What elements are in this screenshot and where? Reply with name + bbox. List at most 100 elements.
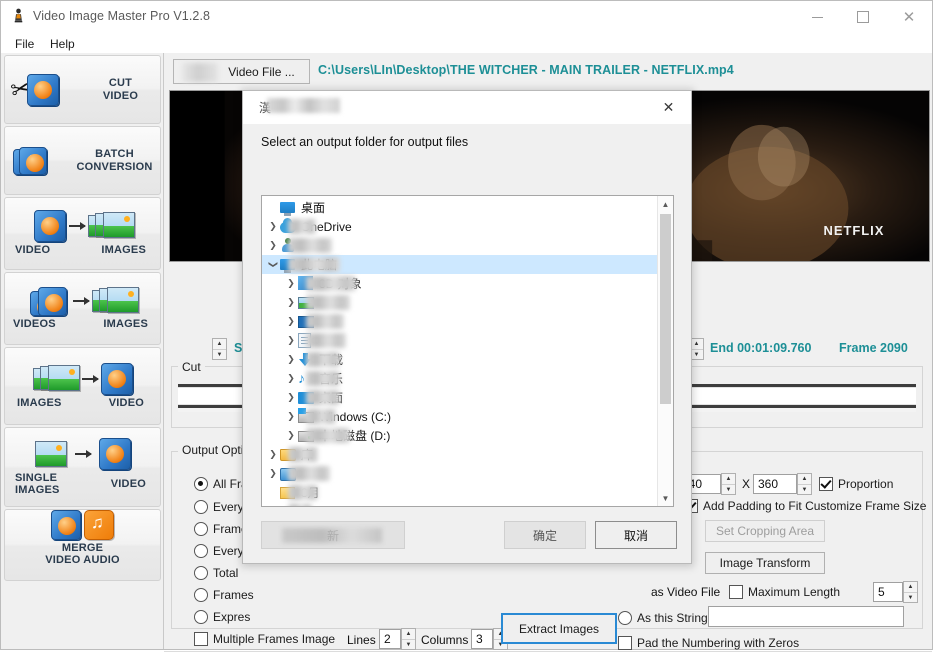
extract-images-button[interactable]: Extract Images xyxy=(501,613,617,644)
maximize-button[interactable] xyxy=(840,1,886,33)
radio-indicator xyxy=(194,500,208,514)
columns-input[interactable]: 3 xyxy=(471,629,493,649)
folder-tree-item[interactable]: ❯ xyxy=(262,312,658,331)
set-cropping-area-button[interactable]: Set Cropping Area xyxy=(705,520,825,542)
video-file-button[interactable]: Video File ... xyxy=(173,59,310,84)
radio-total[interactable]: Total xyxy=(194,566,238,580)
dialog-close-icon[interactable]: ✕ xyxy=(646,91,691,124)
frame-height-stepper[interactable]: ▲▼ xyxy=(797,473,812,495)
redacted-label xyxy=(306,390,340,405)
sidebar-item-merge-video-audio[interactable]: MERGEVIDEO AUDIO xyxy=(4,509,161,581)
multiple-frames-image-checkbox[interactable]: Multiple Frames Image xyxy=(194,632,335,646)
chevron-right-icon[interactable]: ❯ xyxy=(266,221,280,232)
sidebar-item-images-to-video[interactable]: IMAGES VIDEO xyxy=(4,347,161,425)
add-padding-checkbox[interactable]: Add Padding to Fit Customize Frame Size xyxy=(684,499,926,513)
maximum-length-stepper[interactable]: ▲▼ xyxy=(903,581,918,603)
chevron-down-icon[interactable]: ❯ xyxy=(268,258,279,272)
stepper-up-icon[interactable]: ▲ xyxy=(402,629,415,640)
chevron-right-icon[interactable]: ❯ xyxy=(266,468,280,479)
frame-width-stepper[interactable]: ▲▼ xyxy=(721,473,736,495)
chevron-right-icon[interactable]: ❯ xyxy=(284,430,298,441)
radio-express[interactable]: Expres xyxy=(194,610,250,624)
maximum-length-input[interactable]: 5 xyxy=(873,582,903,602)
sidebar-item-single-images-to-video[interactable]: SINGLEIMAGES VIDEO xyxy=(4,427,161,507)
radio-as-this-string[interactable]: As this String xyxy=(618,611,708,625)
folder-tree-item[interactable]: ❯桌面 xyxy=(262,388,658,407)
stepper-up-icon[interactable]: ▲ xyxy=(213,339,226,350)
folder-tree-item[interactable]: 8月 xyxy=(262,483,658,502)
menu-item-help[interactable]: Help xyxy=(44,36,81,52)
chevron-right-icon[interactable]: ❯ xyxy=(266,449,280,460)
radio-all-frames[interactable]: All Fra xyxy=(194,477,248,491)
chevron-right-icon[interactable]: ❯ xyxy=(266,240,280,251)
folder-tree-item[interactable]: 桌面 xyxy=(262,198,658,217)
stepper-up-icon[interactable]: ▲ xyxy=(798,474,811,485)
as-this-string-input[interactable] xyxy=(708,606,904,627)
dialog-cancel-button[interactable]: 取消 xyxy=(595,521,677,549)
minimize-button[interactable] xyxy=(794,1,840,33)
image-transform-button[interactable]: Image Transform xyxy=(705,552,825,574)
menu-item-file[interactable]: File xyxy=(9,36,40,52)
stepper-up-icon[interactable]: ▲ xyxy=(722,474,735,485)
folder-tree-item[interactable]: ❯OneDrive xyxy=(262,217,658,236)
stepper-down-icon[interactable]: ▼ xyxy=(722,485,735,495)
chevron-right-icon[interactable]: ❯ xyxy=(284,354,298,365)
folder-tree-item[interactable]: ❯♪音乐 xyxy=(262,369,658,388)
sidebar-item-batch-conversion[interactable]: BATCHCONVERSION xyxy=(4,126,161,195)
new-folder-button[interactable]: 新 xyxy=(261,521,405,549)
folder-tree-item[interactable]: ❯此电脑 xyxy=(262,255,658,274)
start-time-stepper[interactable]: ▲ ▼ xyxy=(212,338,227,360)
cut-group-title: Cut xyxy=(178,360,205,374)
lines-stepper[interactable]: ▲▼ xyxy=(401,628,416,650)
folder-tree-item[interactable]: ❯3D 对象 xyxy=(262,274,658,293)
radio-every-1[interactable]: Every xyxy=(194,500,244,514)
check-indicator xyxy=(618,636,632,650)
radio-frame[interactable]: Frame xyxy=(194,522,248,536)
stepper-up-icon[interactable]: ▲ xyxy=(904,582,917,593)
lines-input[interactable]: 2 xyxy=(379,629,401,649)
folder-tree-item[interactable]: ❯ xyxy=(262,293,658,312)
scroll-thumb[interactable] xyxy=(660,214,671,404)
image-stack-icon xyxy=(92,287,136,315)
folder-tree[interactable]: 桌面❯OneDrive❯ ❯此电脑❯3D 对象❯ ❯ ❯ ❯下载❯♪音乐❯桌面❯… xyxy=(261,195,674,507)
scroll-down-icon[interactable]: ▼ xyxy=(658,490,673,506)
chevron-right-icon[interactable]: ❯ xyxy=(284,297,298,308)
folder-tree-item[interactable]: ❯本地磁盘 (D:) xyxy=(262,426,658,445)
radio-every-2[interactable]: Every xyxy=(194,544,244,558)
folder-tree-item[interactable]: ❯ xyxy=(262,331,658,350)
redacted-label xyxy=(306,314,344,329)
stepper-down-icon[interactable]: ▼ xyxy=(402,640,415,650)
chevron-right-icon[interactable]: ❯ xyxy=(284,373,298,384)
folder-tree-item[interactable]: ❯下载 xyxy=(262,350,658,369)
pad-numbering-checkbox[interactable]: Pad the Numbering with Zeros xyxy=(618,636,799,650)
set-cropping-area-label: Set Cropping Area xyxy=(716,524,814,538)
sidebar-item-videos-to-images[interactable]: VIDEOS IMAGES xyxy=(4,272,161,345)
arrow-right-icon xyxy=(82,378,98,380)
stepper-down-icon[interactable]: ▼ xyxy=(798,485,811,495)
stepper-down-icon[interactable]: ▼ xyxy=(904,593,917,603)
folder-tree-scrollbar[interactable]: ▲ ▼ xyxy=(657,196,673,506)
folder-tree-item[interactable]: 9月 xyxy=(262,502,658,507)
chevron-right-icon[interactable]: ❯ xyxy=(284,392,298,403)
sidebar-item-video-to-images[interactable]: VIDEO IMAGES xyxy=(4,197,161,270)
radio-frames[interactable]: Frames xyxy=(194,588,254,602)
chevron-right-icon[interactable]: ❯ xyxy=(284,411,298,422)
stepper-down-icon[interactable]: ▼ xyxy=(213,350,226,360)
folder-tree-item[interactable]: ❯ xyxy=(262,464,658,483)
sidebar-item-cut-video[interactable]: ✂ CUTVIDEO xyxy=(4,55,161,124)
scroll-up-icon[interactable]: ▲ xyxy=(658,196,673,212)
chevron-right-icon[interactable]: ❯ xyxy=(284,316,298,327)
close-button[interactable]: ✕ xyxy=(886,1,932,33)
chevron-right-icon[interactable]: ❯ xyxy=(284,335,298,346)
application-window: Video Image Master Pro V1.2.8 ✕ File Hel… xyxy=(0,0,933,650)
folder-tree-item[interactable]: ❯Windows (C:) xyxy=(262,407,658,426)
proportion-checkbox[interactable]: Proportion xyxy=(819,477,893,491)
dialog-ok-button[interactable]: 确定 xyxy=(504,521,586,549)
maximum-length-checkbox[interactable]: Maximum Length xyxy=(729,585,840,599)
folder-tree-item[interactable]: ❯库 xyxy=(262,445,658,464)
end-time-label: End 00:01:09.760 xyxy=(710,341,811,355)
radio-label: Every xyxy=(213,544,244,558)
folder-tree-item[interactable]: ❯ xyxy=(262,236,658,255)
chevron-right-icon[interactable]: ❯ xyxy=(284,278,298,289)
frame-height-input[interactable]: 360 xyxy=(753,474,797,494)
